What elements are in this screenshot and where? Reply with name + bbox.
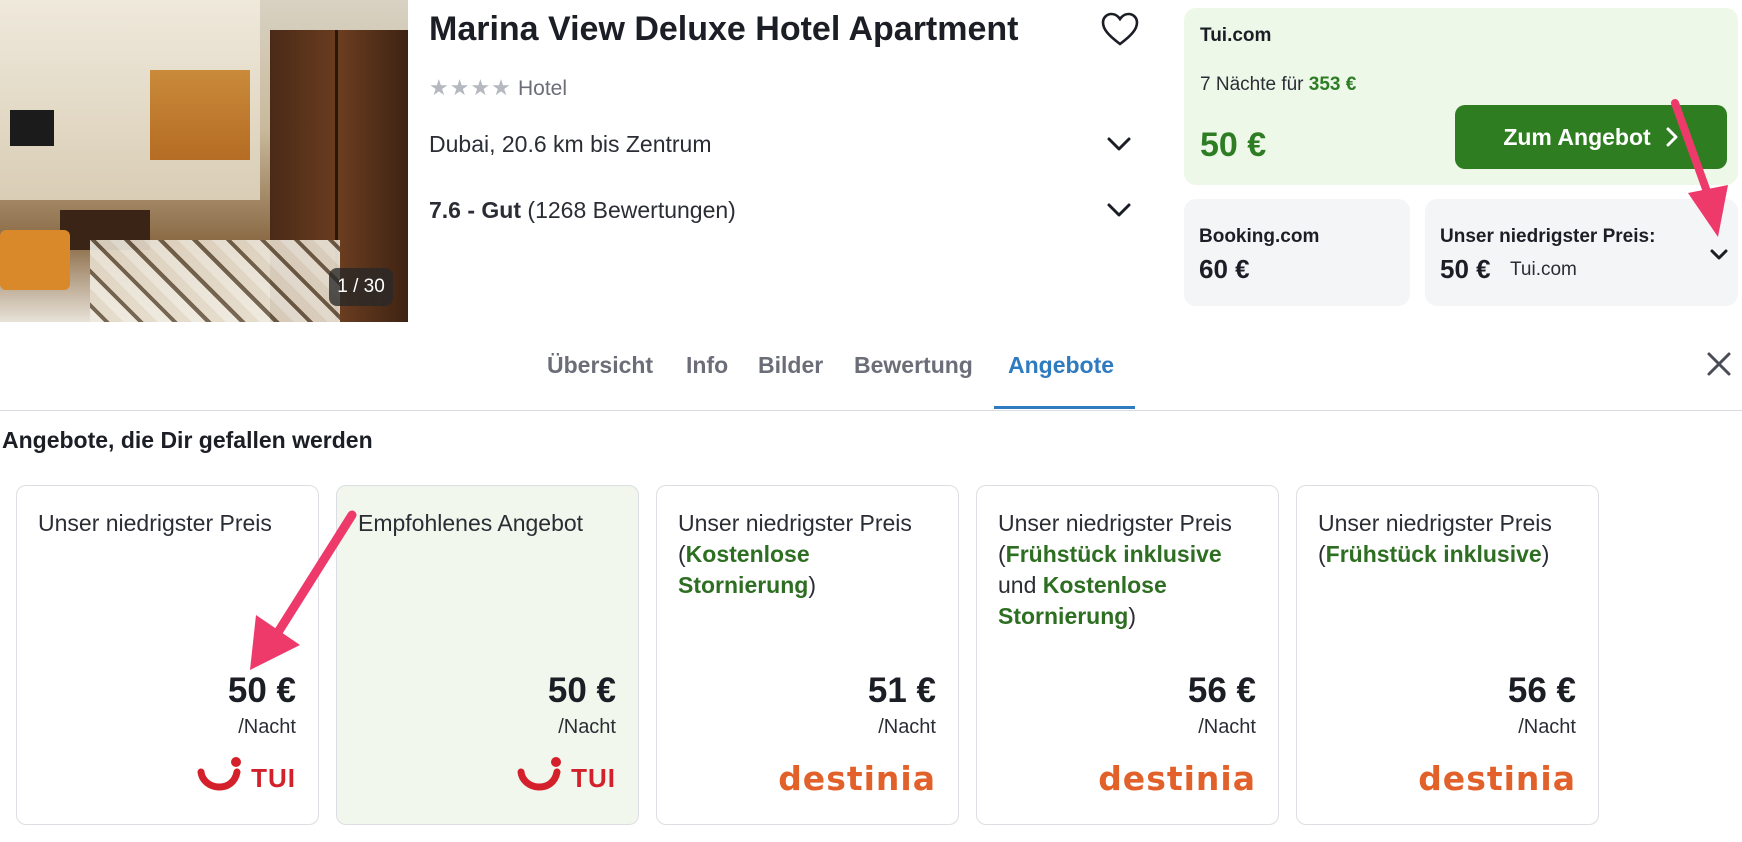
offer-card[interactable]: Unser niedrigster Preis (Frühstück inklu… [976, 485, 1279, 825]
chevron-down-icon[interactable] [1106, 199, 1132, 221]
offer-price: 51 € [867, 671, 936, 710]
offer-per-night: /Nacht [558, 716, 616, 738]
hotel-title: Marina View Deluxe Hotel Apartment [429, 10, 1019, 48]
booking-price: 60 € [1199, 254, 1250, 284]
nights-total: 353 € [1308, 74, 1357, 95]
provider-name: destinia [1418, 758, 1576, 798]
offer-paren-close: ) [808, 572, 817, 598]
tui-smile-icon [517, 757, 562, 791]
tab-info[interactable]: Info [686, 352, 728, 379]
offer-feature: Frühstück inklusive [1325, 541, 1542, 567]
tui-logo: TUI [195, 756, 296, 800]
offer-card[interactable]: Unser niedrigster Preis (Frühstück inklu… [1296, 485, 1599, 825]
image-counter: 1 / 30 [329, 268, 393, 306]
offer-title: Unser niedrigster Preis (Kostenlose Stor… [678, 508, 946, 601]
chevron-right-icon [1666, 127, 1678, 147]
lowest-price-site: Tui.com [1510, 259, 1577, 280]
lowest-price-card[interactable] [1425, 199, 1738, 306]
offer-title: Empfohlenes Angebot [358, 510, 584, 536]
tab-images[interactable]: Bilder [758, 352, 823, 379]
heart-icon[interactable] [1100, 10, 1140, 50]
hotel-location: Dubai, 20.6 km bis Zentrum [429, 131, 712, 157]
offer-price: 50 € [547, 671, 616, 710]
provider-name: TUI [251, 762, 296, 793]
offer-title: Unser niedrigster Preis (Frühstück inklu… [998, 508, 1266, 632]
tui-logo: TUI [515, 756, 616, 800]
to-offer-label: Zum Angebot [1503, 123, 1651, 150]
offer-card-recommended[interactable]: Empfohlenes Angebot 50 € /Nacht TUI [336, 485, 639, 825]
hotel-type: Hotel [518, 77, 568, 100]
offer-title: Unser niedrigster Preis [38, 510, 272, 536]
active-tab-indicator [994, 406, 1135, 409]
destinia-logo: destinia [778, 756, 936, 800]
main-offer-nights: 7 Nächte für 353 € [1200, 74, 1356, 96]
offer-price: 50 € [227, 671, 296, 710]
offer-feature: Frühstück inklusive [1005, 541, 1222, 567]
offer-paren-open: ( [998, 541, 1006, 567]
destinia-logo: destinia [1418, 756, 1576, 800]
close-icon[interactable] [1705, 350, 1733, 378]
offer-title-main: Unser niedrigster Preis [998, 510, 1232, 536]
main-offer-price: 50 € [1200, 126, 1267, 164]
offer-paren-close: ) [1128, 603, 1137, 629]
photo-kitchen [150, 70, 250, 160]
offer-paren-close: ) [1541, 541, 1550, 567]
offer-title-main: Unser niedrigster Preis [1318, 510, 1552, 536]
booking-offer-card[interactable] [1184, 199, 1410, 306]
rating-score: 7.6 - Gut [429, 197, 522, 223]
lowest-price-value: 50 € [1440, 254, 1491, 284]
hotel-rating: 7.6 - Gut (1268 Bewertungen) [429, 197, 736, 224]
star-rating: ★★★★ [429, 75, 512, 100]
provider-name: destinia [778, 758, 936, 798]
offer-per-night: /Nacht [878, 716, 936, 738]
photo-rug [90, 240, 340, 322]
provider-name: TUI [571, 762, 616, 793]
offer-card[interactable]: Unser niedrigster Preis 50 € /Nacht TUI [16, 485, 319, 825]
to-offer-button[interactable]: Zum Angebot [1455, 105, 1727, 169]
photo-tv [10, 110, 54, 146]
offer-price: 56 € [1187, 671, 1256, 710]
provider-name: destinia [1098, 758, 1256, 798]
offer-per-night: /Nacht [1518, 716, 1576, 738]
offer-per-night: /Nacht [1198, 716, 1256, 738]
main-offer-site: Tui.com [1200, 25, 1272, 46]
hotel-photo[interactable]: 1 / 30 [0, 0, 408, 322]
destinia-logo: destinia [1098, 756, 1256, 800]
lowest-price-label: Unser niedrigster Preis: [1440, 226, 1656, 247]
booking-site: Booking.com [1199, 226, 1320, 247]
offer-paren-open: ( [1318, 541, 1326, 567]
offer-paren-open: ( [678, 541, 686, 567]
chevron-down-icon[interactable] [1106, 133, 1132, 155]
offer-title-main: Unser niedrigster Preis [678, 510, 912, 536]
offer-card[interactable]: Unser niedrigster Preis (Kostenlose Stor… [656, 485, 959, 825]
offer-price: 56 € [1507, 671, 1576, 710]
offer-conjunction: und [998, 572, 1037, 598]
offer-title: Unser niedrigster Preis (Frühstück inklu… [1318, 508, 1586, 570]
tab-overview[interactable]: Übersicht [547, 352, 653, 379]
chevron-down-icon[interactable] [1708, 246, 1730, 264]
offer-feature: Kostenlose Stornierung [678, 541, 810, 598]
nights-prefix: 7 Nächte für [1200, 74, 1309, 95]
rating-count: (1268 Bewertungen) [527, 197, 736, 223]
offers-section-title: Angebote, die Dir gefallen werden [2, 427, 373, 453]
tab-reviews[interactable]: Bewertung [854, 352, 973, 379]
photo-sofa [0, 230, 70, 290]
tui-smile-icon [197, 757, 242, 791]
offer-per-night: /Nacht [238, 716, 296, 738]
tab-offers[interactable]: Angebote [1008, 352, 1114, 379]
